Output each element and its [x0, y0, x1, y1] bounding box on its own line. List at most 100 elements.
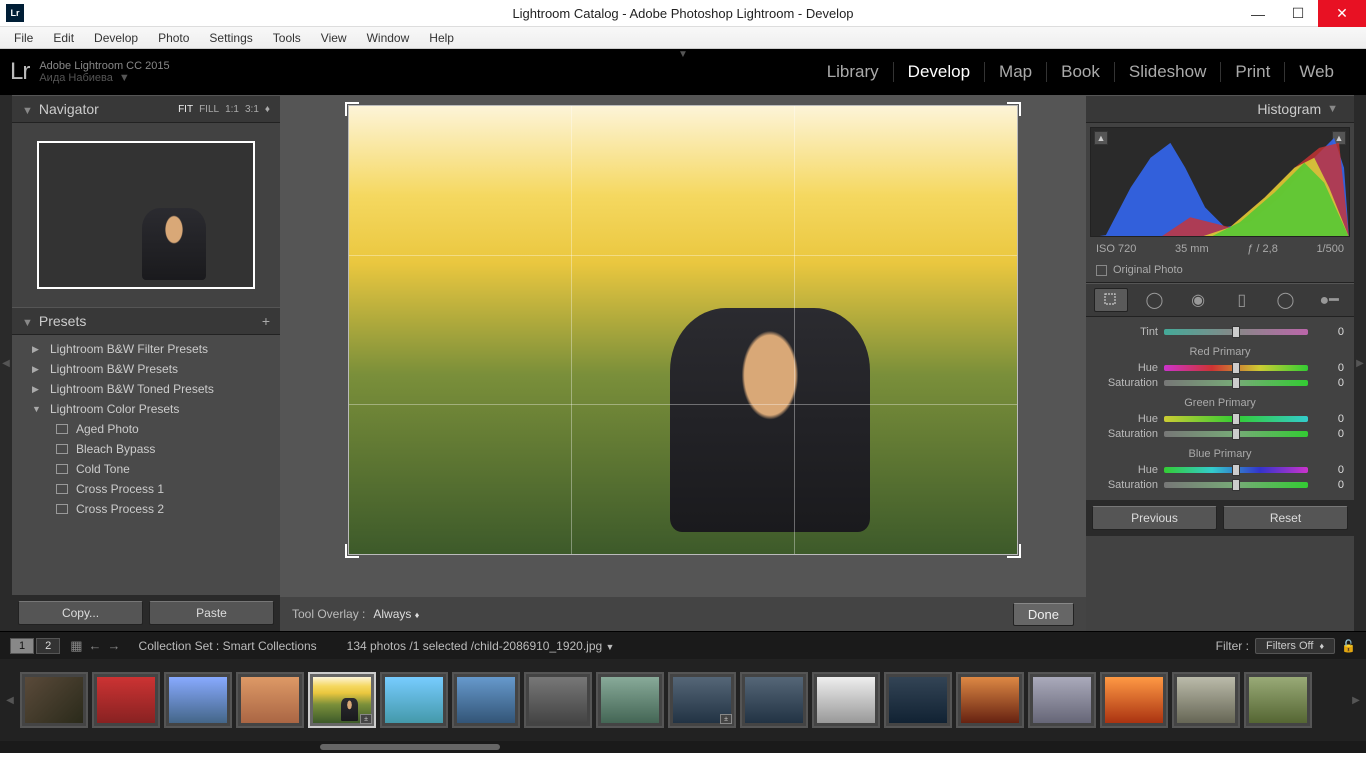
filmstrip-thumb[interactable] [1172, 672, 1240, 728]
filename-dropdown-icon[interactable]: ▼ [606, 642, 615, 652]
tint-slider-row[interactable]: Tint 0 [1096, 326, 1344, 338]
module-slideshow[interactable]: Slideshow [1115, 62, 1222, 82]
filmstrip-thumb[interactable] [1028, 672, 1096, 728]
spot-tool-icon[interactable]: ◯ [1137, 288, 1171, 312]
preset-group[interactable]: ▶Lightroom B&W Toned Presets [12, 379, 280, 399]
paste-button[interactable]: Paste [149, 601, 274, 625]
filmstrip-thumb[interactable] [956, 672, 1024, 728]
histogram-header[interactable]: Histogram ▼ [1086, 95, 1354, 123]
module-map[interactable]: Map [985, 62, 1047, 82]
filmstrip-scrollbar[interactable] [0, 741, 1366, 753]
nav-zoom-3to1[interactable]: 3:1 [245, 104, 259, 115]
navigator-header[interactable]: ▼Navigator FIT FILL 1:1 3:1 ♦ [12, 95, 280, 123]
slider-thumb[interactable] [1232, 479, 1240, 491]
redeye-tool-icon[interactable]: ◉ [1181, 288, 1215, 312]
crop-tool-icon[interactable] [1094, 288, 1128, 312]
slider-thumb[interactable] [1232, 326, 1240, 338]
reset-button[interactable]: Reset [1223, 506, 1348, 530]
menu-help[interactable]: Help [419, 29, 464, 47]
filmstrip-thumb[interactable] [596, 672, 664, 728]
filmstrip-thumb[interactable] [164, 672, 232, 728]
scrollbar-thumb[interactable] [320, 744, 500, 750]
view-mode-1[interactable]: 1 [10, 638, 34, 654]
preset-item[interactable]: Cross Process 2 [12, 499, 280, 519]
crop-handle-tl[interactable] [345, 102, 359, 116]
crop-overlay[interactable] [348, 105, 1018, 555]
nav-zoom-dropdown-icon[interactable]: ♦ [265, 104, 270, 115]
filmstrip-thumb[interactable] [524, 672, 592, 728]
hue-slider-row[interactable]: Hue0 [1096, 413, 1344, 425]
filmstrip-thumb[interactable] [1244, 672, 1312, 728]
original-photo-row[interactable]: Original Photo [1086, 261, 1354, 283]
filmstrip-left-icon[interactable]: ◀ [4, 695, 16, 706]
filmstrip-thumb[interactable] [92, 672, 160, 728]
menu-settings[interactable]: Settings [199, 29, 262, 47]
filmstrip-thumb[interactable] [20, 672, 88, 728]
brush-tool-icon[interactable]: ●━ [1312, 288, 1346, 312]
right-panel-collapse-icon[interactable]: ▶ [1354, 95, 1366, 631]
navigator-preview[interactable] [12, 123, 280, 307]
histogram-display[interactable]: ▲ ▲ [1090, 127, 1350, 237]
copy-button[interactable]: Copy... [18, 601, 143, 625]
filmstrip-thumb[interactable] [452, 672, 520, 728]
module-develop[interactable]: Develop [894, 62, 985, 82]
presets-header[interactable]: ▼Presets + [12, 307, 280, 335]
gradient-tool-icon[interactable]: ▯ [1225, 288, 1259, 312]
menu-tools[interactable]: Tools [263, 29, 311, 47]
nav-zoom-fill[interactable]: FILL [199, 104, 219, 115]
filmstrip-thumb[interactable] [812, 672, 880, 728]
module-library[interactable]: Library [813, 62, 894, 82]
preset-group[interactable]: ▶Lightroom B&W Presets [12, 359, 280, 379]
lock-icon[interactable]: 🔓 [1341, 639, 1356, 653]
collection-name[interactable]: Smart Collections [223, 639, 317, 653]
close-button[interactable]: ✕ [1318, 0, 1366, 27]
done-button[interactable]: Done [1013, 603, 1074, 626]
sat-slider-row[interactable]: Saturation0 [1096, 377, 1344, 389]
crop-handle-tr[interactable] [1007, 102, 1021, 116]
preset-item[interactable]: Cold Tone [12, 459, 280, 479]
radial-tool-icon[interactable]: ◯ [1268, 288, 1302, 312]
checkbox-icon[interactable] [1096, 265, 1107, 276]
crop-handle-bl[interactable] [345, 544, 359, 558]
filmstrip-thumb[interactable]: ± [668, 672, 736, 728]
top-panel-collapse-icon[interactable]: ▼ [678, 49, 688, 60]
hue-slider-row[interactable]: Hue0 [1096, 464, 1344, 476]
menu-window[interactable]: Window [357, 29, 420, 47]
menu-develop[interactable]: Develop [84, 29, 148, 47]
menu-edit[interactable]: Edit [43, 29, 84, 47]
previous-button[interactable]: Previous [1092, 506, 1217, 530]
module-web[interactable]: Web [1285, 62, 1348, 82]
sat-slider-row[interactable]: Saturation0 [1096, 428, 1344, 440]
sat-slider-row[interactable]: Saturation0 [1096, 479, 1344, 491]
preset-item[interactable]: Cross Process 1 [12, 479, 280, 499]
filmstrip-thumb-selected[interactable]: ± [308, 672, 376, 728]
nav-forward-icon[interactable]: → [108, 638, 121, 654]
grid-view-icon[interactable]: ▦ [70, 638, 82, 654]
filmstrip-thumb[interactable] [380, 672, 448, 728]
slider-thumb[interactable] [1232, 413, 1240, 425]
filmstrip-thumb[interactable] [884, 672, 952, 728]
identity-dropdown-icon[interactable]: ▼ [119, 72, 130, 84]
hue-slider-row[interactable]: Hue0 [1096, 362, 1344, 374]
view-mode-2[interactable]: 2 [36, 638, 60, 654]
filmstrip-thumb[interactable] [236, 672, 304, 728]
preset-item[interactable]: Bleach Bypass [12, 439, 280, 459]
slider-thumb[interactable] [1232, 464, 1240, 476]
nav-zoom-1to1[interactable]: 1:1 [225, 104, 239, 115]
module-print[interactable]: Print [1221, 62, 1285, 82]
tool-overlay-value[interactable]: Always ♦ [373, 607, 419, 621]
nav-zoom-fit[interactable]: FIT [178, 104, 193, 115]
nav-back-icon[interactable]: ← [89, 638, 102, 654]
maximize-button[interactable]: ☐ [1278, 0, 1318, 27]
preset-group[interactable]: ▼Lightroom Color Presets [12, 399, 280, 419]
slider-thumb[interactable] [1232, 428, 1240, 440]
menu-view[interactable]: View [311, 29, 357, 47]
filmstrip-thumb[interactable] [1100, 672, 1168, 728]
preset-group[interactable]: ▶Lightroom B&W Filter Presets [12, 339, 280, 359]
slider-thumb[interactable] [1232, 377, 1240, 389]
preset-item[interactable]: Aged Photo [12, 419, 280, 439]
filter-select[interactable]: Filters Off♦ [1255, 638, 1335, 654]
filmstrip-right-icon[interactable]: ▶ [1350, 695, 1362, 706]
filmstrip-thumb[interactable] [740, 672, 808, 728]
crop-handle-br[interactable] [1007, 544, 1021, 558]
